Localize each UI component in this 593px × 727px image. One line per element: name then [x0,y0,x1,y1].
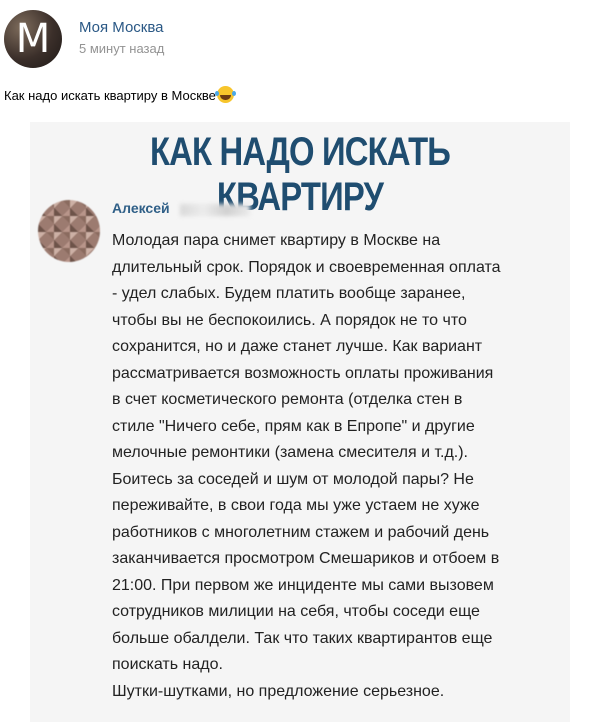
group-avatar[interactable]: M [4,10,62,68]
avatar-letter: M [15,16,51,62]
post-text-content: Как надо искать квартиру в Москве [4,88,216,103]
comment-author: Алексей [112,200,170,216]
group-name-link[interactable]: Моя Москва [79,19,164,36]
post-time-link[interactable]: 5 минут назад [79,41,164,56]
comment-body: Молодая пара снимет квартиру в Москве на… [112,232,501,700]
blurred-surname [180,204,250,216]
post-header: M Моя Москва 5 минут назад [0,0,593,80]
blurred-avatar [38,200,100,262]
laughing-tears-icon [214,86,234,103]
post-text: Как надо искать квартиру в Москве [4,86,234,103]
attached-image[interactable]: КАК НАДО ИСКАТЬ КВАРТИРУ Алексей Молодая… [30,122,570,722]
